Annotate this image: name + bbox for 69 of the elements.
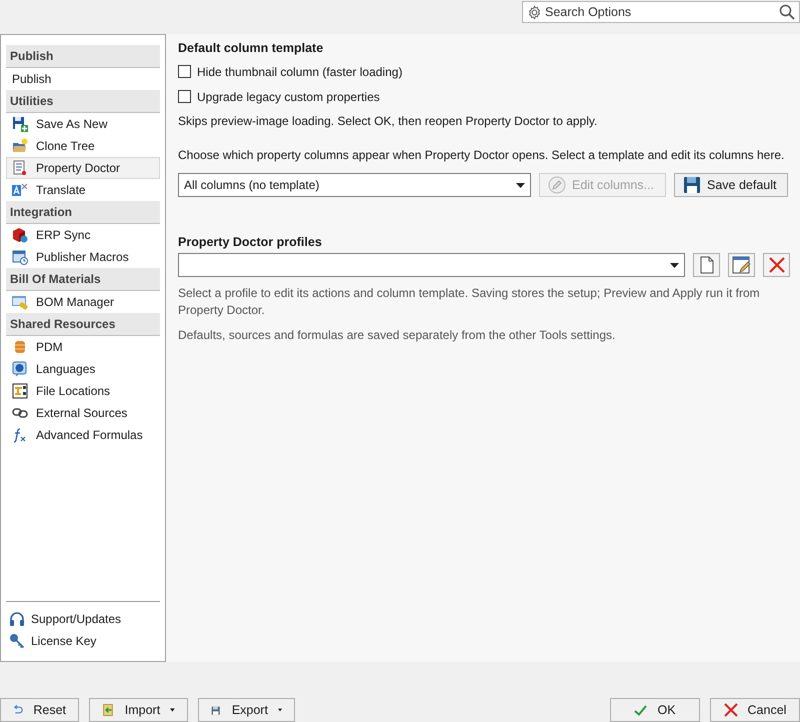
section-header: Integration xyxy=(6,201,160,224)
headset-icon xyxy=(9,611,25,627)
footer-button[interactable]: Reset xyxy=(0,698,79,722)
dropdown-arrow-icon xyxy=(670,262,679,268)
description-text: Choose which property columns appear when Property Doctor opens. Select a template and edit its columns here. xyxy=(178,147,786,163)
sidebar-item[interactable]: PDM xyxy=(6,336,160,358)
profile-dropdown[interactable] xyxy=(178,253,685,277)
save-icon xyxy=(683,176,701,194)
cube-icon xyxy=(12,227,28,243)
grid-icon xyxy=(12,383,28,399)
section-title: Default column template xyxy=(178,41,324,55)
sidebar-link[interactable]: Support/Updates xyxy=(6,608,160,630)
section-header: Bill Of Materials xyxy=(6,268,160,291)
checkbox[interactable] xyxy=(178,65,191,78)
section-header: Publish xyxy=(6,45,160,68)
note-text: Skips preview-image loading. Select OK, then reopen Property Doctor to apply. xyxy=(178,113,598,129)
caret-icon xyxy=(278,708,282,712)
save-default-button[interactable]: Save default xyxy=(674,173,788,197)
sidebar-item[interactable]: ERP Sync xyxy=(6,224,160,246)
footer-button[interactable]: OK xyxy=(610,698,700,722)
sidebar-link[interactable]: License Key xyxy=(6,630,160,652)
checkbox-label: Hide thumbnail column (faster loading) xyxy=(197,64,402,78)
checkbox[interactable] xyxy=(178,90,191,103)
caret-icon xyxy=(170,708,175,712)
delete-profile-button[interactable] xyxy=(763,253,790,277)
calendar-icon xyxy=(12,249,28,265)
section-header: Utilities xyxy=(6,90,160,113)
sidebar-item[interactable]: Translate xyxy=(6,179,160,201)
footer-button[interactable]: Cancel xyxy=(710,698,800,722)
help-text: Select a profile to edit its actions and column template. Saving stores the setup; Preview and Apply run it from Property Doctor. xyxy=(178,285,761,319)
search-box[interactable]: Search Options xyxy=(522,1,800,23)
help-text: Defaults, sources and formulas are saved separately from the other Tools settings. xyxy=(178,327,616,344)
window-pencil-icon xyxy=(732,256,752,274)
sidebar-item[interactable]: Advanced Formulas xyxy=(6,424,160,446)
database-icon xyxy=(12,339,28,355)
close-icon xyxy=(768,256,786,274)
sidebar-item[interactable]: Publisher Macros xyxy=(6,246,160,268)
sidebar-item[interactable]: Property Doctor xyxy=(6,157,160,179)
template-dropdown[interactable]: All columns (no template) xyxy=(178,173,531,197)
globe-icon xyxy=(12,361,28,377)
section-header: Shared Resources xyxy=(6,313,160,336)
new-profile-button[interactable] xyxy=(693,253,720,277)
sidebar-item[interactable]: File Locations xyxy=(6,380,160,402)
settings-icon xyxy=(527,4,542,20)
sidebar-item[interactable]: Languages xyxy=(6,358,160,380)
sidebar-item[interactable]: BOM Manager xyxy=(6,291,160,313)
function-icon xyxy=(12,427,28,443)
sidebar-item[interactable]: Clone Tree xyxy=(6,135,160,157)
sidebar-item[interactable]: Publish xyxy=(6,68,160,90)
search-icon[interactable] xyxy=(779,4,795,20)
pencil-icon xyxy=(548,176,566,194)
folder-icon xyxy=(12,138,28,154)
save-icon xyxy=(12,116,28,132)
footer-button[interactable]: Import xyxy=(89,698,188,722)
monitor-icon xyxy=(12,294,28,310)
sidebar-item[interactable]: External Sources xyxy=(6,402,160,424)
dropdown-arrow-icon xyxy=(516,182,525,188)
edit-profile-button[interactable] xyxy=(728,253,755,277)
checkmark-icon xyxy=(634,704,648,716)
section-title: Property Doctor profiles xyxy=(178,235,323,249)
checkbox-label: Upgrade legacy custom properties xyxy=(197,90,380,104)
footer-button[interactable]: Export xyxy=(198,698,295,722)
translate-icon xyxy=(12,182,28,198)
key-icon xyxy=(9,633,25,649)
sidebar-item[interactable]: Save As New xyxy=(6,113,160,135)
list-icon xyxy=(12,160,28,176)
close-icon xyxy=(724,703,738,717)
search-field[interactable]: Search Options xyxy=(545,5,776,19)
page-icon xyxy=(700,256,714,274)
